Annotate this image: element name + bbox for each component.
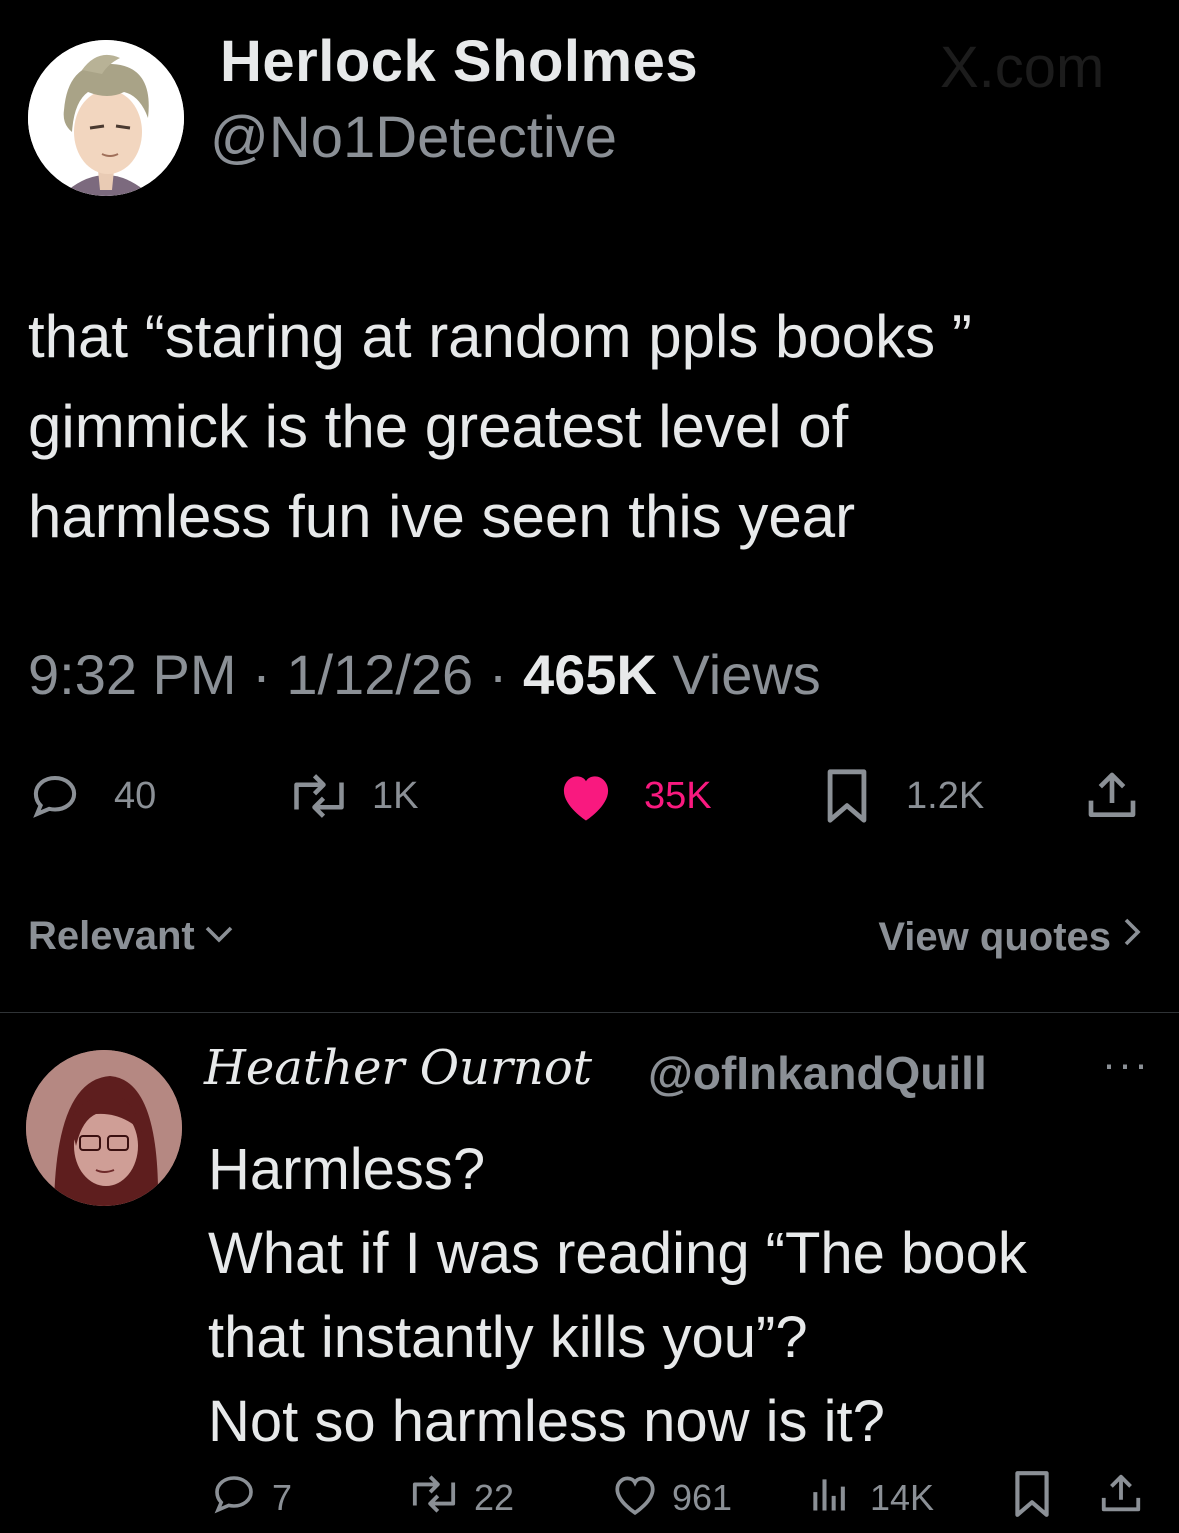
tweet-text: that “staring at random ppls books ” gim… [28,303,972,550]
meta-separator: · [252,643,271,706]
bookmark-button[interactable]: 1.2K [822,766,984,826]
reply-reply-count: 7 [272,1477,293,1518]
reply-reply-button[interactable]: 7 [210,1472,292,1524]
reply-views-button[interactable]: 14K [808,1472,934,1524]
heart-filled-icon [556,769,616,823]
repost-button[interactable]: 1K [284,766,418,826]
reply-like-button[interactable]: 961 [610,1472,732,1524]
share-icon [1098,1471,1144,1526]
chevron-down-icon [201,914,237,959]
author-avatar[interactable] [28,40,184,196]
share-icon [1084,768,1140,824]
author-display-name[interactable]: Herlock Sholmes [220,28,698,95]
reply-icon [210,1470,258,1527]
reply-count: 40 [114,774,157,817]
tweet-date[interactable]: 1/12/26 [286,643,473,706]
chevron-right-icon [1121,914,1143,960]
reply-repost-button[interactable]: 22 [404,1472,514,1524]
views-label: Views [672,643,821,706]
reply-repost-count: 22 [474,1477,515,1518]
heart-outline-icon [610,1471,660,1526]
reply-bookmark-button[interactable] [1010,1470,1054,1524]
view-quotes-label: View quotes [878,914,1111,959]
reply-author-handle[interactable]: @ofInkandQuill [648,1046,987,1100]
reply-share-button[interactable] [1098,1472,1144,1524]
bar-chart-icon [808,1472,852,1525]
bookmark-count: 1.2K [906,774,985,817]
sort-dropdown[interactable]: Relevant [28,914,237,959]
meta-separator: · [488,643,508,706]
repost-count: 1K [372,774,419,817]
repost-icon [404,1471,464,1526]
repost-icon [284,769,354,823]
reply-icon [28,769,82,823]
view-quotes-link[interactable]: View quotes [878,914,1143,960]
bookmark-icon [1010,1469,1054,1528]
like-button[interactable]: 35K [556,766,712,826]
tweet-time[interactable]: 9:32 PM [28,643,237,706]
tweet-meta: 9:32 PM · 1/12/26 · 465K Views [28,642,821,707]
reply-views-count: 14K [870,1477,935,1518]
divider [0,1012,1179,1013]
share-button[interactable] [1084,766,1140,826]
more-options-button[interactable]: ··· [1102,1040,1150,1088]
sort-label: Relevant [28,914,195,958]
reply-text: Harmless? What if I was reading “The boo… [208,1137,1027,1454]
reply-author-avatar[interactable] [26,1050,182,1206]
like-count: 35K [644,774,712,817]
bookmark-icon [822,767,872,825]
reply-author-display-name[interactable]: Heather Ournot [204,1040,592,1096]
views-count: 465K [522,643,657,706]
watermark: X.com [940,35,1105,100]
reply-button[interactable]: 40 [28,766,156,826]
author-handle[interactable]: @No1Detective [210,104,617,171]
reply-like-count: 961 [672,1477,733,1518]
